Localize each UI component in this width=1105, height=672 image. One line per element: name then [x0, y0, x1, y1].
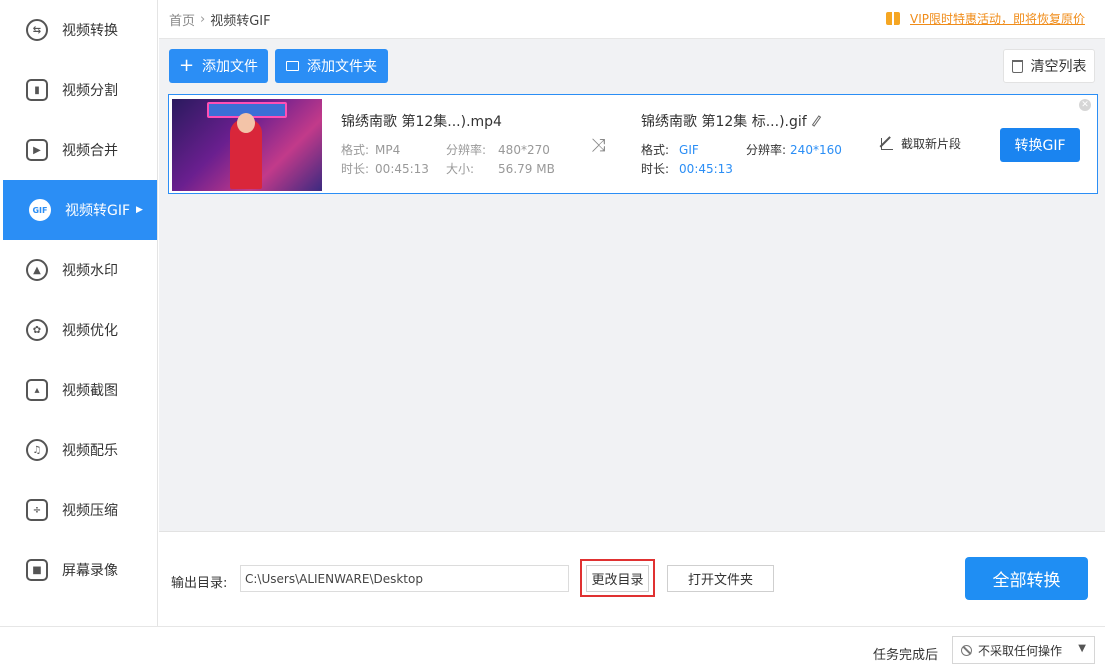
sidebar-item-video-watermark[interactable]: ▲ 视频水印: [0, 240, 157, 300]
vip-promo-link[interactable]: VIP限时特惠活动，即将恢复原价: [886, 10, 1085, 27]
compress-icon: ÷: [26, 499, 48, 521]
output-settings: 输出目录: 更改目录 打开文件夹 全部转换: [159, 531, 1105, 626]
vip-promo-text: VIP限时特惠活动，即将恢复原价: [910, 12, 1085, 26]
chevron-right-icon: ›: [200, 11, 206, 27]
sidebar-item-video-compress[interactable]: ÷ 视频压缩: [0, 480, 157, 540]
split-icon: ▮: [26, 79, 48, 101]
ban-icon: [961, 644, 972, 656]
sidebar-item-video-split[interactable]: ▮ 视频分割: [0, 60, 157, 120]
breadcrumb-current: 视频转GIF: [210, 13, 271, 29]
source-size: 大小: 56.79 MB: [446, 162, 555, 176]
source-resolution: 分辨率: 480*270: [446, 143, 550, 157]
sidebar: ⇆ 视频转换 ▮ 视频分割 ▶ 视频合并 GIF 视频转GIF ▶ ▲ 视频水印…: [0, 0, 158, 626]
clear-list-button[interactable]: 清空列表: [1003, 49, 1095, 83]
sidebar-item-label: 视频转换: [62, 23, 118, 39]
source-duration: 时长: 00:45:13: [341, 162, 429, 176]
caret-right-icon: ▶: [136, 205, 143, 215]
add-folder-button[interactable]: 添加文件夹: [275, 49, 388, 83]
source-file-name: 锦绣南歌 第12集...).mp4: [341, 114, 502, 130]
crop-icon: [881, 137, 893, 150]
crop-segment-button[interactable]: 截取新片段: [881, 135, 961, 152]
sidebar-item-video-music[interactable]: ♫ 视频配乐: [0, 420, 157, 480]
plus-icon: +: [178, 55, 195, 76]
target-file-name[interactable]: 锦绣南歌 第12集 标...).gif: [641, 111, 821, 131]
output-dir-input[interactable]: [240, 565, 569, 592]
video-thumbnail: [172, 99, 322, 191]
sidebar-item-screen-record[interactable]: ■ 屏幕录像: [0, 540, 157, 600]
close-icon[interactable]: ✕: [1079, 99, 1091, 111]
breadcrumb-home[interactable]: 首页: [169, 10, 195, 29]
add-file-button[interactable]: + 添加文件: [169, 49, 268, 83]
sidebar-item-label: 视频压缩: [62, 503, 118, 519]
gif-icon: GIF: [29, 199, 51, 221]
target-duration: 时长: 00:45:13: [641, 162, 733, 176]
crop-segment-label: 截取新片段: [901, 137, 962, 151]
sidebar-item-video-convert[interactable]: ⇆ 视频转换: [0, 0, 157, 60]
after-task-select[interactable]: 不采取任何操作 ▼: [952, 636, 1095, 664]
add-folder-label: 添加文件夹: [307, 59, 377, 75]
merge-icon: ▶: [26, 139, 48, 161]
sidebar-item-label: 视频水印: [62, 263, 118, 279]
target-format: 格式: GIF: [641, 143, 699, 157]
gift-icon: [886, 12, 900, 25]
sidebar-item-label: 视频配乐: [62, 443, 118, 459]
status-bar: 任务完成后 不采取任何操作 ▼: [0, 626, 1105, 672]
after-task-value: 不采取任何操作: [978, 643, 1063, 658]
file-item[interactable]: 锦绣南歌 第12集...).mp4 格式: MP4 分辨率: 480*270 时长:…: [168, 94, 1098, 194]
clear-list-label: 清空列表: [1030, 59, 1087, 75]
add-file-label: 添加文件: [202, 59, 259, 75]
sidebar-item-label: 视频优化: [62, 323, 118, 339]
source-format: 格式: MP4: [341, 143, 401, 157]
sidebar-item-video-merge[interactable]: ▶ 视频合并: [0, 120, 157, 180]
after-task-label: 任务完成后: [873, 648, 939, 663]
convert-gif-button[interactable]: 转换GIF: [1000, 128, 1080, 162]
sidebar-item-label: 视频合并: [62, 143, 118, 159]
sidebar-item-label: 屏幕录像: [62, 563, 118, 579]
watermark-icon: ▲: [26, 259, 48, 281]
open-folder-button[interactable]: 打开文件夹: [667, 565, 774, 592]
breadcrumb: 首页 › 视频转GIF VIP限时特惠活动，即将恢复原价: [159, 0, 1105, 39]
sidebar-item-label: 视频分割: [62, 83, 118, 99]
shuffle-arrow-icon: ⤨: [591, 135, 606, 156]
sidebar-item-label: 视频转GIF: [65, 203, 131, 219]
chevron-down-icon: ▼: [1078, 643, 1086, 654]
edit-pencil-icon[interactable]: [811, 115, 821, 127]
sidebar-item-video-screenshot[interactable]: ▴ 视频截图: [0, 360, 157, 420]
trash-icon: [1011, 59, 1023, 73]
optimize-icon: ✿: [26, 319, 48, 341]
sidebar-item-label: 视频截图: [62, 383, 118, 399]
convert-all-button[interactable]: 全部转换: [965, 557, 1088, 600]
sidebar-item-video-optimize[interactable]: ✿ 视频优化: [0, 300, 157, 360]
screenshot-icon: ▴: [26, 379, 48, 401]
target-resolution[interactable]: 分辨率: 240*160: [746, 141, 842, 158]
convert-icon: ⇆: [26, 19, 48, 41]
sidebar-item-video-to-gif[interactable]: GIF 视频转GIF ▶: [3, 180, 157, 240]
music-icon: ♫: [26, 439, 48, 461]
record-icon: ■: [26, 559, 48, 581]
highlight-box: [580, 559, 655, 597]
output-dir-label: 输出目录:: [171, 576, 228, 591]
file-list-panel: + 添加文件 添加文件夹 清空列表 锦绣南歌 第12集...).mp4 格式: M…: [159, 39, 1105, 531]
folder-icon: [286, 61, 299, 71]
